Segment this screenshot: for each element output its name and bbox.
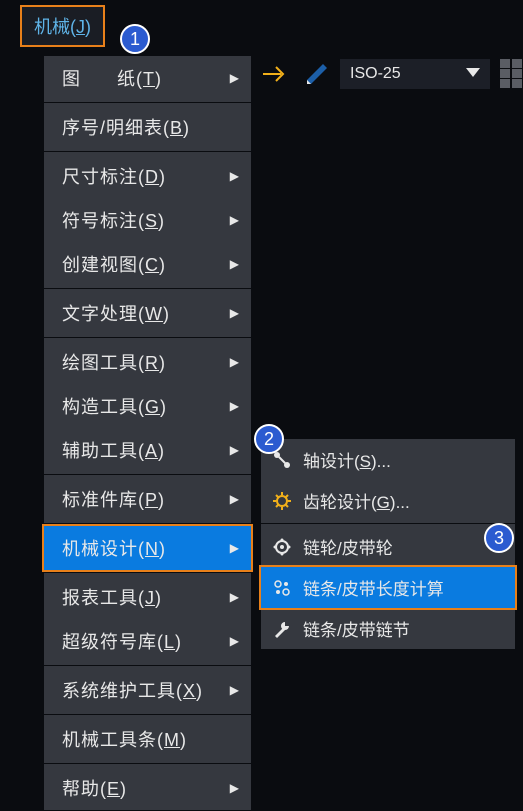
menu-item-6[interactable]: 绘图工具(R) ▶: [44, 340, 251, 384]
menu-item-8[interactable]: 辅助工具(A) ▶: [44, 428, 251, 472]
menu-separator: [44, 572, 251, 573]
menu-item-label: 机械设计(N): [62, 535, 166, 561]
menu-item-9[interactable]: 标准件库(P) ▶: [44, 477, 251, 521]
menu-separator: [261, 523, 515, 524]
submenu-arrow-icon: ▶: [230, 443, 239, 457]
menu-item-15[interactable]: 帮助(E) ▶: [44, 766, 251, 810]
sub-item-label: 轴设计(S)...: [303, 447, 391, 472]
menu-separator: [44, 337, 251, 338]
menu-separator: [44, 102, 251, 103]
menu-item-label: 构造工具(G): [62, 393, 167, 419]
menu-mechanical[interactable]: 机械(J): [20, 5, 105, 47]
menu-item-label: 标准件库(P): [62, 486, 165, 512]
sprocket-icon: [271, 536, 293, 558]
menu-item-label: 图纸(T): [62, 65, 162, 91]
menu-item-13[interactable]: 系统维护工具(X) ▶: [44, 668, 251, 712]
annotation-badge-1: 1: [120, 24, 150, 54]
grid-edit-icon[interactable]: [496, 56, 523, 92]
iso-label: ISO-25: [350, 65, 401, 83]
submenu-arrow-icon: ▶: [230, 590, 239, 604]
menu-item-3[interactable]: 符号标注(S) ▶: [44, 198, 251, 242]
menu-item-label: 绘图工具(R): [62, 349, 166, 375]
submenu-arrow-icon: ▶: [230, 399, 239, 413]
submenu-arrow-icon: ▶: [230, 355, 239, 369]
submenu-arrow-icon: ▶: [230, 683, 239, 697]
menu-item-label: 符号标注(S): [62, 207, 165, 233]
wrench-icon: [271, 618, 293, 640]
menu-item-label: 帮助(E): [62, 775, 127, 801]
gear-design[interactable]: 齿轮设计(G)...: [261, 480, 515, 521]
menu-item-label: 辅助工具(A): [62, 437, 165, 463]
submenu-arrow-icon: ▶: [230, 213, 239, 227]
menu-item-11[interactable]: 报表工具(J) ▶: [44, 575, 251, 619]
menu-item-4[interactable]: 创建视图(C) ▶: [44, 242, 251, 286]
chevron-down-icon: [466, 65, 480, 83]
menu-separator: [44, 151, 251, 152]
submenu-arrow-icon: ▶: [230, 169, 239, 183]
menu-separator: [44, 474, 251, 475]
menu-item-label: 机械工具条(M): [62, 726, 187, 752]
sub-item-label: 链轮/皮带轮: [303, 534, 393, 559]
chain-belt-link[interactable]: 链条/皮带链节: [261, 608, 515, 649]
chain-icon: [271, 577, 293, 599]
chain-belt-length[interactable]: 链条/皮带长度计算: [259, 565, 517, 610]
menu-item-label: 报表工具(J): [62, 584, 162, 610]
gear-icon: [271, 490, 293, 512]
sub-dropdown-menu: 轴设计(S)... 齿轮设计(G)... 链轮/皮带轮链条/皮带长度计算链条/皮带链…: [260, 438, 516, 650]
menu-item-0[interactable]: 图纸(T) ▶: [44, 56, 251, 100]
menu-item-7[interactable]: 构造工具(G) ▶: [44, 384, 251, 428]
menu-item-14[interactable]: 机械工具条(M): [44, 717, 251, 761]
annotation-badge-3: 3: [484, 523, 514, 553]
submenu-arrow-icon: ▶: [230, 781, 239, 795]
sprocket-pulley[interactable]: 链轮/皮带轮: [261, 526, 515, 567]
main-dropdown-menu: 图纸(T)▶序号/明细表(B)尺寸标注(D)▶符号标注(S)▶创建视图(C)▶文…: [43, 55, 252, 811]
menu-label: 机械(J): [34, 17, 91, 37]
submenu-arrow-icon: ▶: [230, 634, 239, 648]
shaft-design[interactable]: 轴设计(S)...: [261, 439, 515, 480]
submenu-arrow-icon: ▶: [230, 492, 239, 506]
menu-item-label: 文字处理(W): [62, 300, 170, 326]
sub-item-label: 齿轮设计(G)...: [303, 488, 410, 513]
menu-item-1[interactable]: 序号/明细表(B): [44, 105, 251, 149]
menu-item-label: 尺寸标注(D): [62, 163, 166, 189]
mechanical-design[interactable]: 机械设计(N) ▶: [42, 524, 253, 572]
menu-item-label: 系统维护工具(X): [62, 677, 203, 703]
menu-separator: [44, 714, 251, 715]
menu-separator: [44, 665, 251, 666]
menu-separator: [44, 288, 251, 289]
submenu-arrow-icon: ▶: [230, 306, 239, 320]
iso-dropdown[interactable]: ISO-25: [340, 59, 490, 89]
arrow-right-icon[interactable]: [260, 57, 294, 91]
menu-item-5[interactable]: 文字处理(W) ▶: [44, 291, 251, 335]
submenu-arrow-icon: ▶: [230, 71, 239, 85]
submenu-arrow-icon: ▶: [230, 257, 239, 271]
menu-item-label: 创建视图(C): [62, 251, 166, 277]
menu-item-label: 序号/明细表(B): [62, 114, 190, 140]
pen-icon[interactable]: [300, 57, 334, 91]
submenu-arrow-icon: ▶: [230, 541, 239, 555]
menu-item-2[interactable]: 尺寸标注(D) ▶: [44, 154, 251, 198]
annotation-badge-2: 2: [254, 424, 284, 454]
menu-separator: [44, 763, 251, 764]
menu-item-label: 超级符号库(L): [62, 628, 182, 654]
sub-item-label: 链条/皮带链节: [303, 616, 410, 641]
menu-item-12[interactable]: 超级符号库(L) ▶: [44, 619, 251, 663]
sub-item-label: 链条/皮带长度计算: [303, 575, 444, 600]
toolbar: ISO-25: [260, 56, 523, 92]
